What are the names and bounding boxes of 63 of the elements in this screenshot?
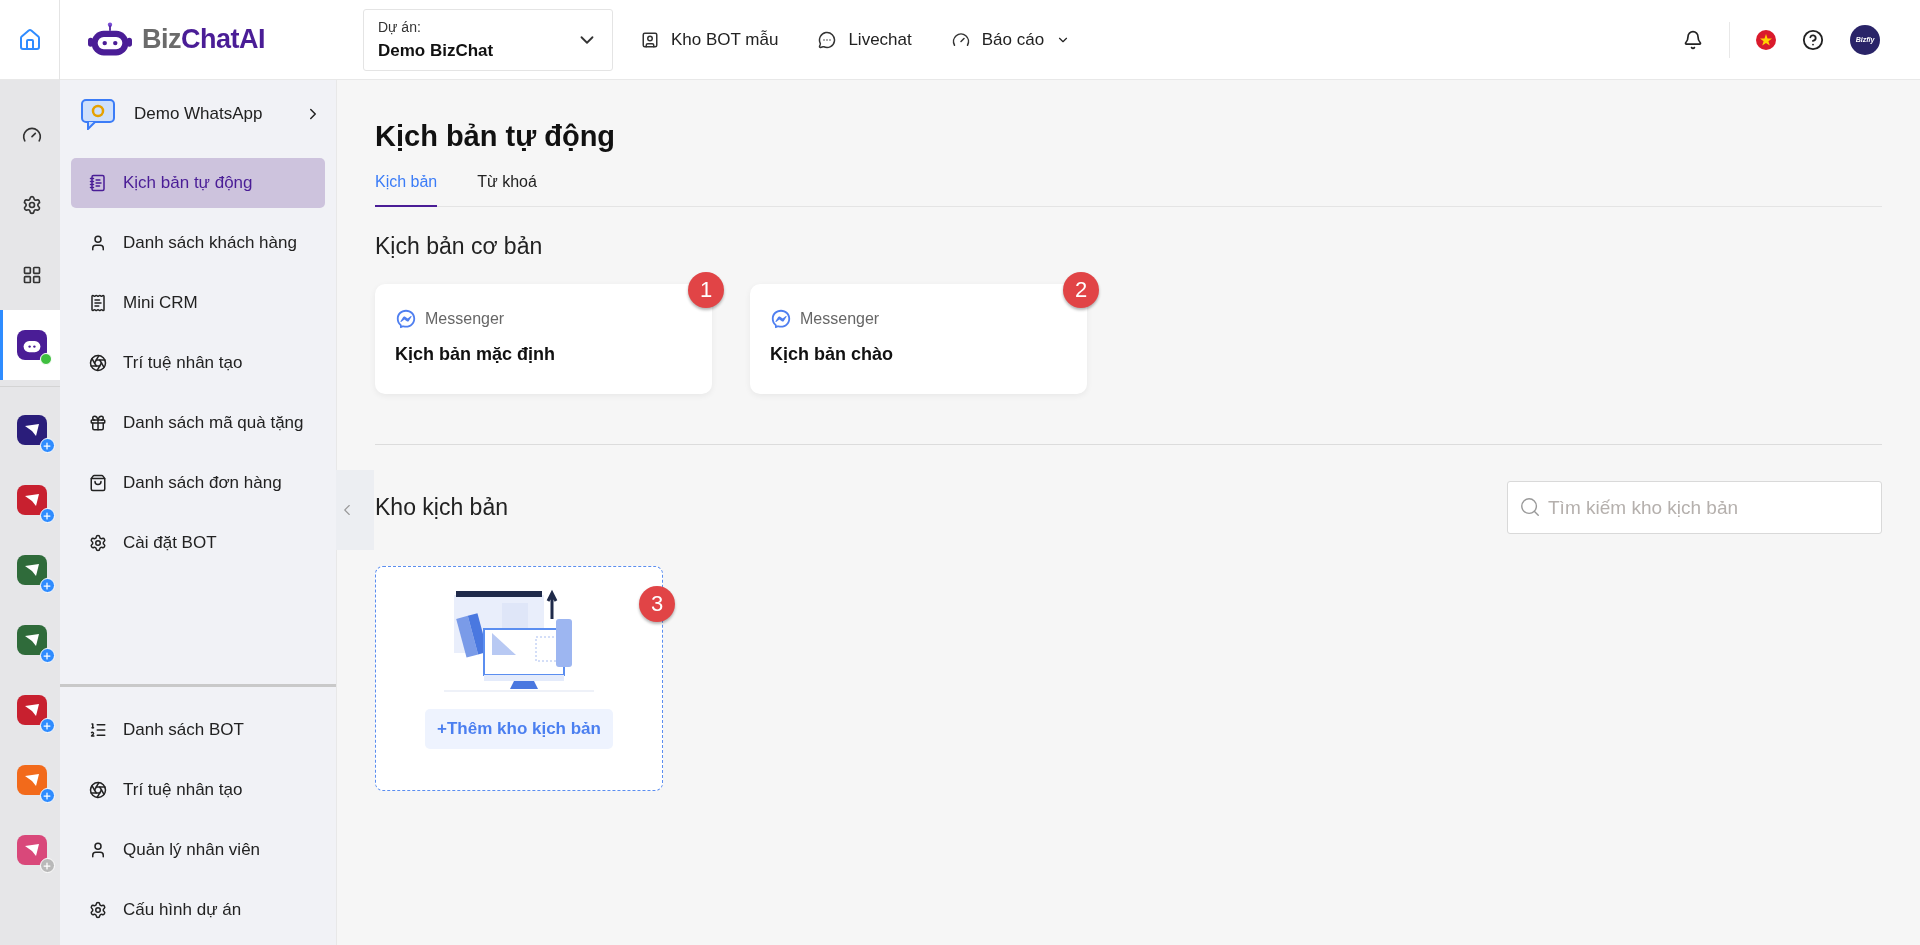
app-glyph-icon <box>23 843 40 857</box>
number-badge: 3 <box>639 586 675 622</box>
project-select[interactable]: Dự án: Demo BizChat <box>363 8 613 71</box>
item-icon <box>89 721 107 739</box>
sidebar-item[interactable]: Quản lý nhân viên <box>71 825 325 875</box>
sidebar-item[interactable]: Cấu hình dự án <box>71 885 325 935</box>
search-field[interactable]: Tìm kiếm kho kịch bản <box>1507 481 1882 534</box>
channel-label: Messenger <box>800 310 880 328</box>
search-icon <box>1519 496 1541 518</box>
sidebar-item[interactable]: Cài đặt BOT <box>71 518 325 568</box>
messenger-icon <box>395 308 417 330</box>
sidebar-item[interactable]: Trí tuệ nhân tạo <box>71 765 325 815</box>
bell-icon[interactable] <box>1683 29 1703 50</box>
flag-icon[interactable] <box>1756 29 1776 50</box>
item-icon <box>89 841 107 859</box>
item-icon <box>89 294 107 312</box>
item-icon <box>89 534 107 552</box>
app-glyph-icon <box>23 493 40 507</box>
rail-icon <box>21 195 42 215</box>
number-badge: 2 <box>1063 272 1099 308</box>
tab[interactable]: Kịch bản <box>375 173 438 207</box>
sidebar-item[interactable]: Danh sách BOT <box>71 705 325 755</box>
script-name: Kịch bản chào <box>770 344 895 365</box>
sidebar-item[interactable]: Danh sách mã quà tặng <box>71 398 325 448</box>
home-icon <box>17 27 42 52</box>
sidebar-item[interactable]: Danh sách khách hàng <box>71 218 325 268</box>
channel-label: Messenger <box>425 310 505 328</box>
app-glyph-icon <box>23 423 40 437</box>
item-icon <box>89 901 107 919</box>
help-icon[interactable] <box>1802 28 1824 51</box>
rail-icon <box>21 125 42 145</box>
item-icon <box>89 354 107 372</box>
section-title: Kho kịch bản <box>375 494 508 521</box>
item-icon <box>89 781 107 799</box>
nav-icon <box>951 30 970 49</box>
collapse-handle[interactable] <box>336 470 374 550</box>
app-glyph-icon <box>23 773 40 787</box>
app-glyph-icon <box>23 563 40 577</box>
item-icon <box>89 474 107 492</box>
sidebar-item[interactable]: Kịch bản tự động <box>71 158 325 208</box>
sidebar-item[interactable]: Trí tuệ nhân tạo <box>71 338 325 388</box>
nav-link[interactable]: Kho BOT mẫu <box>641 25 779 54</box>
nav-icon <box>818 30 837 49</box>
section-title: Kịch bản cơ bản <box>375 233 544 260</box>
number-badge: 1 <box>688 272 724 308</box>
item-icon <box>89 234 107 252</box>
page-title: Kịch bản tự động <box>375 120 617 153</box>
tab[interactable]: Từ khoá <box>477 173 537 207</box>
app-glyph-icon <box>23 633 40 647</box>
script-name: Kịch bản mặc định <box>395 344 557 365</box>
app-glyph-icon <box>23 703 40 717</box>
nav-link[interactable]: Báo cáo <box>951 25 1071 54</box>
nav-link[interactable]: Livechat <box>818 25 912 54</box>
logo-text: BizChatAI <box>142 24 265 55</box>
sidebar-item[interactable]: Danh sách đơn hàng <box>71 458 325 508</box>
sidebar-item[interactable]: Mini CRM <box>71 278 325 328</box>
project-switcher[interactable]: Demo WhatsApp <box>60 80 336 148</box>
nav-icon <box>641 30 659 49</box>
item-icon <box>89 414 107 432</box>
robot-icon <box>88 21 132 58</box>
messenger-icon <box>770 308 792 330</box>
rail-icon <box>21 265 42 285</box>
item-icon <box>89 174 107 192</box>
